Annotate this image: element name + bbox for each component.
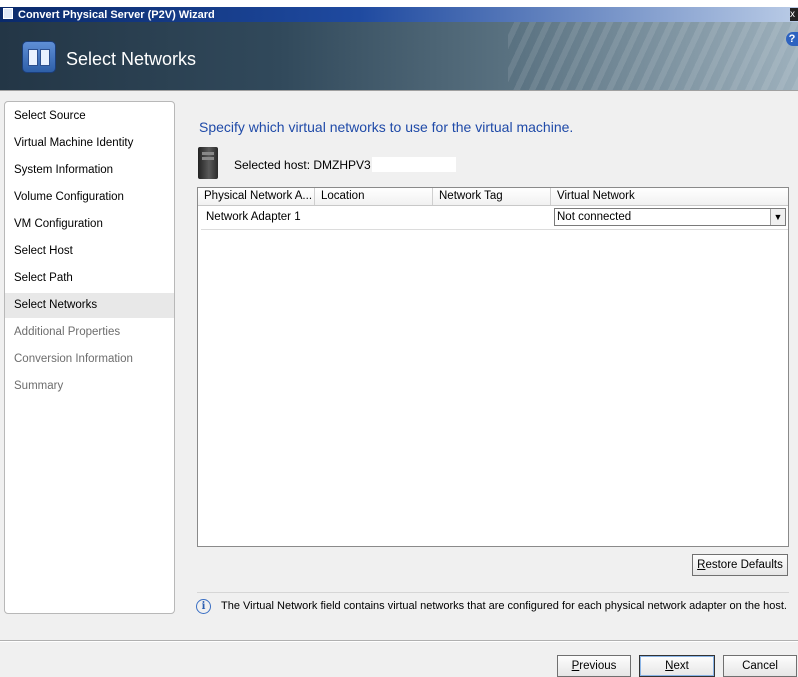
info-icon: i <box>196 599 211 614</box>
sidebar-item-additional-properties: Additional Properties <box>14 326 121 338</box>
sidebar-item-conversion-information: Conversion Information <box>14 353 133 365</box>
next-button[interactable]: Next <box>639 655 715 677</box>
wizard-steps-sidebar: Select Source Virtual Machine Identity S… <box>4 101 175 614</box>
virtual-network-dropdown[interactable]: Not connected ▼ <box>554 208 786 226</box>
table-row[interactable]: Network Adapter 1 Not connected ▼ <box>201 206 788 230</box>
header-decoration <box>508 22 798 90</box>
virtual-network-value: Not connected <box>557 211 632 223</box>
instruction-text: Specify which virtual networks to use fo… <box>199 119 574 135</box>
selected-host-label: Selected host: DMZHPV3 <box>234 158 371 172</box>
sidebar-item-select-source[interactable]: Select Source <box>5 104 174 129</box>
window-app-icon <box>3 8 13 19</box>
wizard-header: Select Networks ? <box>0 22 798 90</box>
chevron-down-icon[interactable]: ▼ <box>770 209 785 225</box>
previous-button[interactable]: Previous <box>557 655 631 677</box>
grid-header: Physical Network A... Location Network T… <box>198 188 788 206</box>
restore-defaults-button[interactable]: Restore Defaults <box>692 554 788 576</box>
info-divider <box>197 592 789 593</box>
sidebar-item-system-information[interactable]: System Information <box>5 158 174 183</box>
sidebar-item-summary: Summary <box>14 380 64 392</box>
cell-adapter: Network Adapter 1 <box>206 211 301 223</box>
sidebar-item-select-networks[interactable]: Select Networks <box>5 293 174 318</box>
window-titlebar: Convert Physical Server (P2V) Wizard x <box>0 0 798 22</box>
network-adapter-grid: Physical Network A... Location Network T… <box>197 187 789 547</box>
help-icon[interactable]: ? <box>786 32 798 46</box>
close-icon[interactable]: x <box>790 8 798 21</box>
window-title: Convert Physical Server (P2V) Wizard <box>18 9 215 21</box>
sidebar-item-select-path[interactable]: Select Path <box>5 266 174 291</box>
host-name-redaction <box>372 157 456 172</box>
column-header-network-tag[interactable]: Network Tag <box>433 188 551 205</box>
sidebar-item-vm-configuration[interactable]: VM Configuration <box>5 212 174 237</box>
server-icon <box>198 147 218 179</box>
info-message: The Virtual Network field contains virtu… <box>221 600 787 612</box>
header-divider <box>0 90 798 91</box>
sidebar-item-virtual-machine-identity[interactable]: Virtual Machine Identity <box>5 131 174 156</box>
column-header-location[interactable]: Location <box>315 188 433 205</box>
cancel-button[interactable]: Cancel <box>723 655 797 677</box>
sidebar-item-volume-configuration[interactable]: Volume Configuration <box>5 185 174 210</box>
sidebar-item-select-host[interactable]: Select Host <box>5 239 174 264</box>
page-title: Select Networks <box>66 49 197 69</box>
network-wizard-icon <box>22 41 56 73</box>
column-header-virtual-network[interactable]: Virtual Network <box>551 188 788 205</box>
column-header-physical-network-adapter[interactable]: Physical Network A... <box>198 188 315 205</box>
